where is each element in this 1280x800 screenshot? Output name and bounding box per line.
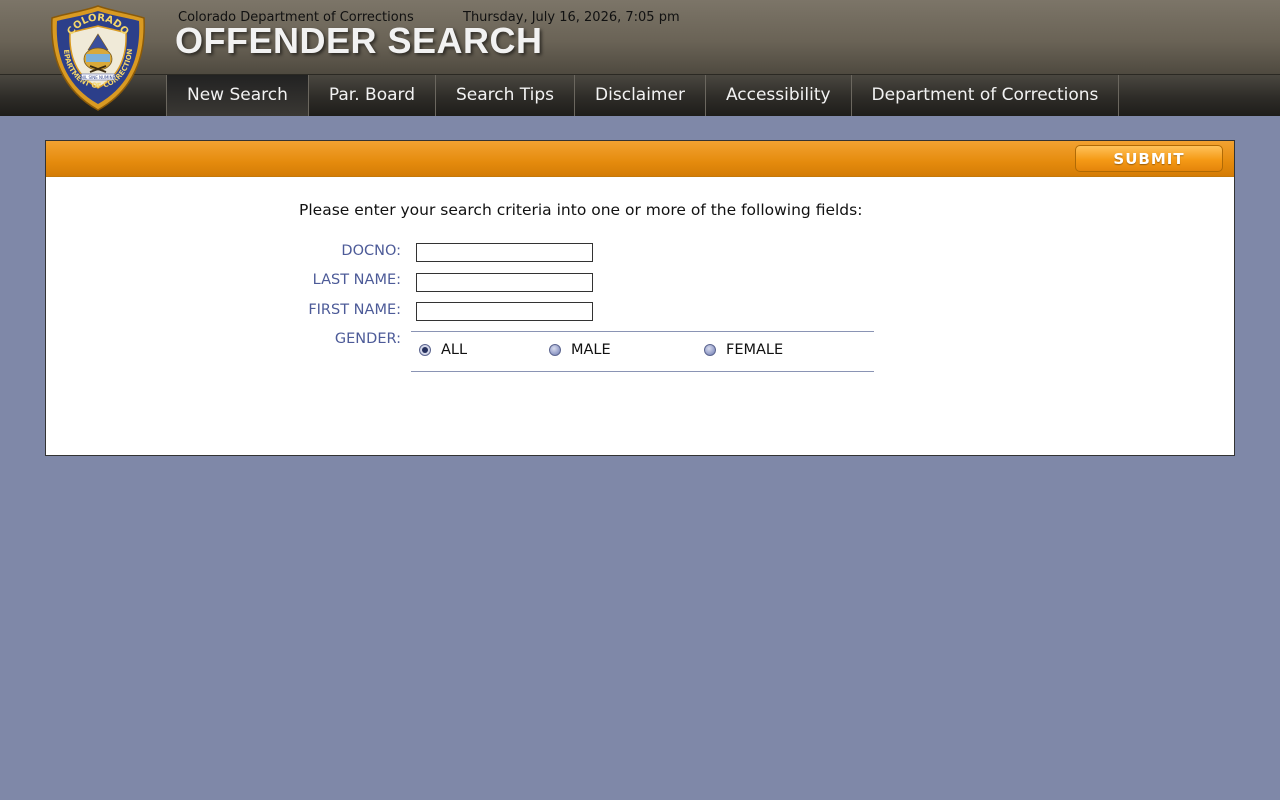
gender-option-all-label: ALL (441, 342, 468, 358)
panel-toolbar: SUBMIT (46, 141, 1234, 177)
gender-option-female[interactable]: FEMALE (704, 342, 783, 358)
main-nav: New Search Par. Board Search Tips Discla… (0, 74, 1280, 116)
nav-search-tips[interactable]: Search Tips (436, 75, 576, 116)
nav-department-of-corrections[interactable]: Department of Corrections (852, 75, 1120, 116)
radio-male[interactable] (549, 344, 561, 356)
nav-items: New Search Par. Board Search Tips Discla… (166, 75, 1120, 116)
last-name-label: LAST NAME: (312, 272, 401, 288)
nav-new-search[interactable]: New Search (166, 75, 309, 116)
gender-option-male-label: MALE (571, 342, 611, 358)
submit-button[interactable]: SUBMIT (1075, 145, 1223, 172)
first-name-input[interactable] (416, 302, 593, 321)
nav-accessibility[interactable]: Accessibility (706, 75, 852, 116)
gender-option-all[interactable]: ALL (419, 342, 467, 358)
page-title: OFFENDER SEARCH (175, 20, 543, 61)
docno-input[interactable] (416, 243, 593, 262)
gender-option-male[interactable]: MALE (549, 342, 611, 358)
gender-option-female-label: FEMALE (726, 342, 784, 358)
nav-disclaimer[interactable]: Disclaimer (575, 75, 706, 116)
search-instructions: Please enter your search criteria into o… (299, 201, 863, 219)
docno-label: DOCNO: (341, 243, 401, 259)
gender-radio-group: ALL MALE FEMALE (411, 331, 874, 372)
search-panel: SUBMIT Please enter your search criteria… (45, 140, 1235, 456)
nav-parole-board[interactable]: Par. Board (309, 75, 436, 116)
radio-female[interactable] (704, 344, 716, 356)
logo-motto: NIL SINE NUMINE (81, 75, 116, 80)
site-header: COLORADO DEPARTMENT OF CORRECTIONS NIL S… (0, 0, 1280, 111)
first-name-label: FIRST NAME: (308, 302, 401, 318)
gender-label: GENDER: (334, 331, 401, 347)
colorado-doc-badge-logo[interactable]: COLORADO DEPARTMENT OF CORRECTIONS NIL S… (50, 4, 146, 112)
last-name-input[interactable] (416, 273, 593, 292)
radio-all[interactable] (419, 344, 431, 356)
